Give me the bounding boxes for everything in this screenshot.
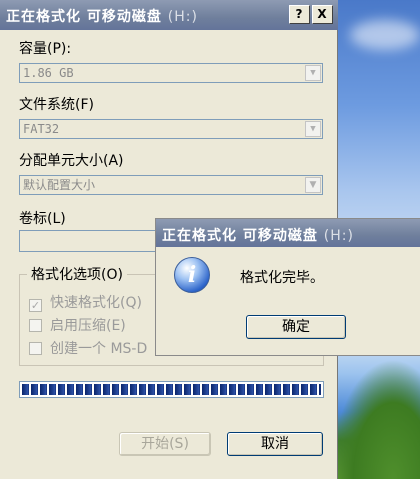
create-msdos-disk-label: 创建一个 MS-D [50,341,148,357]
checkbox-icon[interactable] [29,319,42,332]
cloud [350,20,420,50]
file-system-label: 文件系统(F) [19,97,94,113]
info-icon: i [174,257,210,293]
checkbox-checked-icon[interactable]: ✓ [29,299,42,312]
capacity-value: 1.86 GB [23,66,74,80]
file-system-value: FAT32 [23,122,60,136]
progress-fill [22,384,321,395]
allocation-unit-value: 默认配置大小 [23,178,96,192]
message-text: 格式化完毕。 [240,270,324,286]
file-system-select[interactable]: FAT32 ▼ [19,119,323,139]
checkbox-icon[interactable] [29,342,42,355]
allocation-unit-select[interactable]: 默认配置大小 ▼ [19,175,323,195]
quick-format-label: 快速格式化(Q) [50,295,142,311]
format-complete-message-box: 正在格式化 可移动磁盘 (H:) i 格式化完毕。 确定 [155,218,420,356]
allocation-unit-label: 分配单元大小(A) [19,153,124,169]
capacity-label: 容量(P): [19,41,72,57]
format-dialog-titlebar[interactable]: 正在格式化 可移动磁盘 (H:) ? X [0,0,338,30]
format-dialog-title: 正在格式化 可移动磁盘 (H:) [6,9,198,25]
chevron-down-icon[interactable]: ▼ [305,65,321,81]
help-button[interactable]: ? [289,5,310,24]
cancel-button[interactable]: 取消 [227,432,323,456]
volume-label-label: 卷标(L) [19,211,66,227]
close-button[interactable]: X [312,5,333,24]
chevron-down-icon[interactable]: ▼ [305,121,321,137]
enable-compression-label: 启用压缩(E) [50,318,126,334]
ok-button[interactable]: 确定 [246,315,346,339]
enable-compression-checkbox[interactable]: 启用压缩(E) [29,315,126,334]
quick-format-checkbox[interactable]: ✓ 快速格式化(Q) [29,292,142,312]
format-progress-bar [19,381,324,398]
create-msdos-disk-checkbox[interactable]: 创建一个 MS-D [29,338,148,357]
green-hill [330,359,420,479]
chevron-down-icon[interactable]: ▼ [305,177,321,193]
message-box-titlebar[interactable]: 正在格式化 可移动磁盘 (H:) [156,219,420,247]
capacity-select[interactable]: 1.86 GB ▼ [19,63,323,83]
start-button[interactable]: 开始(S) [119,432,211,456]
format-options-title: 格式化选项(O) [27,264,127,284]
message-box-title: 正在格式化 可移动磁盘 (H:) [162,228,354,244]
